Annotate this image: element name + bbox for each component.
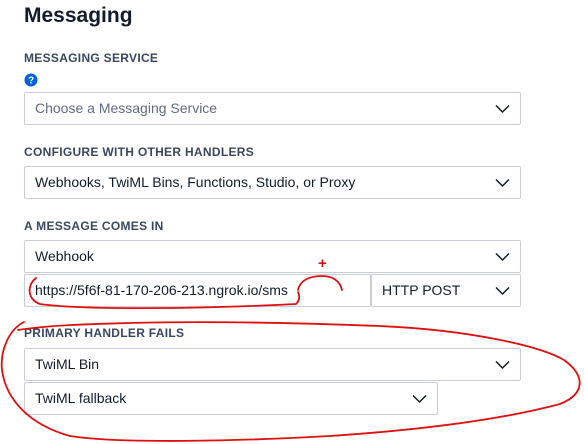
http-method-value: HTTP POST	[382, 282, 461, 298]
messaging-service-label: MESSAGING SERVICE	[24, 51, 159, 65]
primary-handler-type-value: TwiML Bin	[35, 356, 100, 372]
primary-handler-fails-label: PRIMARY HANDLER FAILS	[24, 326, 185, 340]
chevron-down-icon	[495, 178, 510, 188]
chevron-down-icon	[412, 394, 427, 404]
messaging-service-placeholder: Choose a Messaging Service	[35, 100, 218, 116]
other-handlers-select[interactable]: Webhooks, TwiML Bins, Functions, Studio,…	[24, 166, 521, 199]
messaging-service-select[interactable]: Choose a Messaging Service	[24, 92, 521, 125]
message-comes-in-type-value: Webhook	[35, 248, 94, 264]
plus-annotation: +	[318, 255, 327, 272]
chevron-down-icon	[495, 286, 510, 296]
chevron-down-icon	[495, 252, 510, 262]
webhook-url-value: https://5f6f-81-170-206-213.ngrok.io/sms	[35, 282, 288, 298]
http-method-select[interactable]: HTTP POST	[371, 274, 521, 307]
message-comes-in-label: A MESSAGE COMES IN	[24, 219, 164, 233]
other-handlers-label: CONFIGURE WITH OTHER HANDLERS	[24, 145, 255, 159]
help-icon[interactable]: ?	[24, 73, 38, 87]
message-comes-in-type-select[interactable]: Webhook	[24, 240, 521, 273]
svg-text:?: ?	[28, 76, 34, 87]
other-handlers-value: Webhooks, TwiML Bins, Functions, Studio,…	[35, 174, 356, 190]
chevron-down-icon	[495, 104, 510, 114]
primary-handler-type-select[interactable]: TwiML Bin	[24, 348, 521, 381]
chevron-down-icon	[495, 360, 510, 370]
page-title: Messaging	[24, 4, 133, 27]
webhook-url-input[interactable]: https://5f6f-81-170-206-213.ngrok.io/sms	[24, 274, 371, 307]
twiml-bin-select[interactable]: TwiML fallback	[24, 382, 438, 415]
twiml-bin-value: TwiML fallback	[35, 390, 127, 406]
